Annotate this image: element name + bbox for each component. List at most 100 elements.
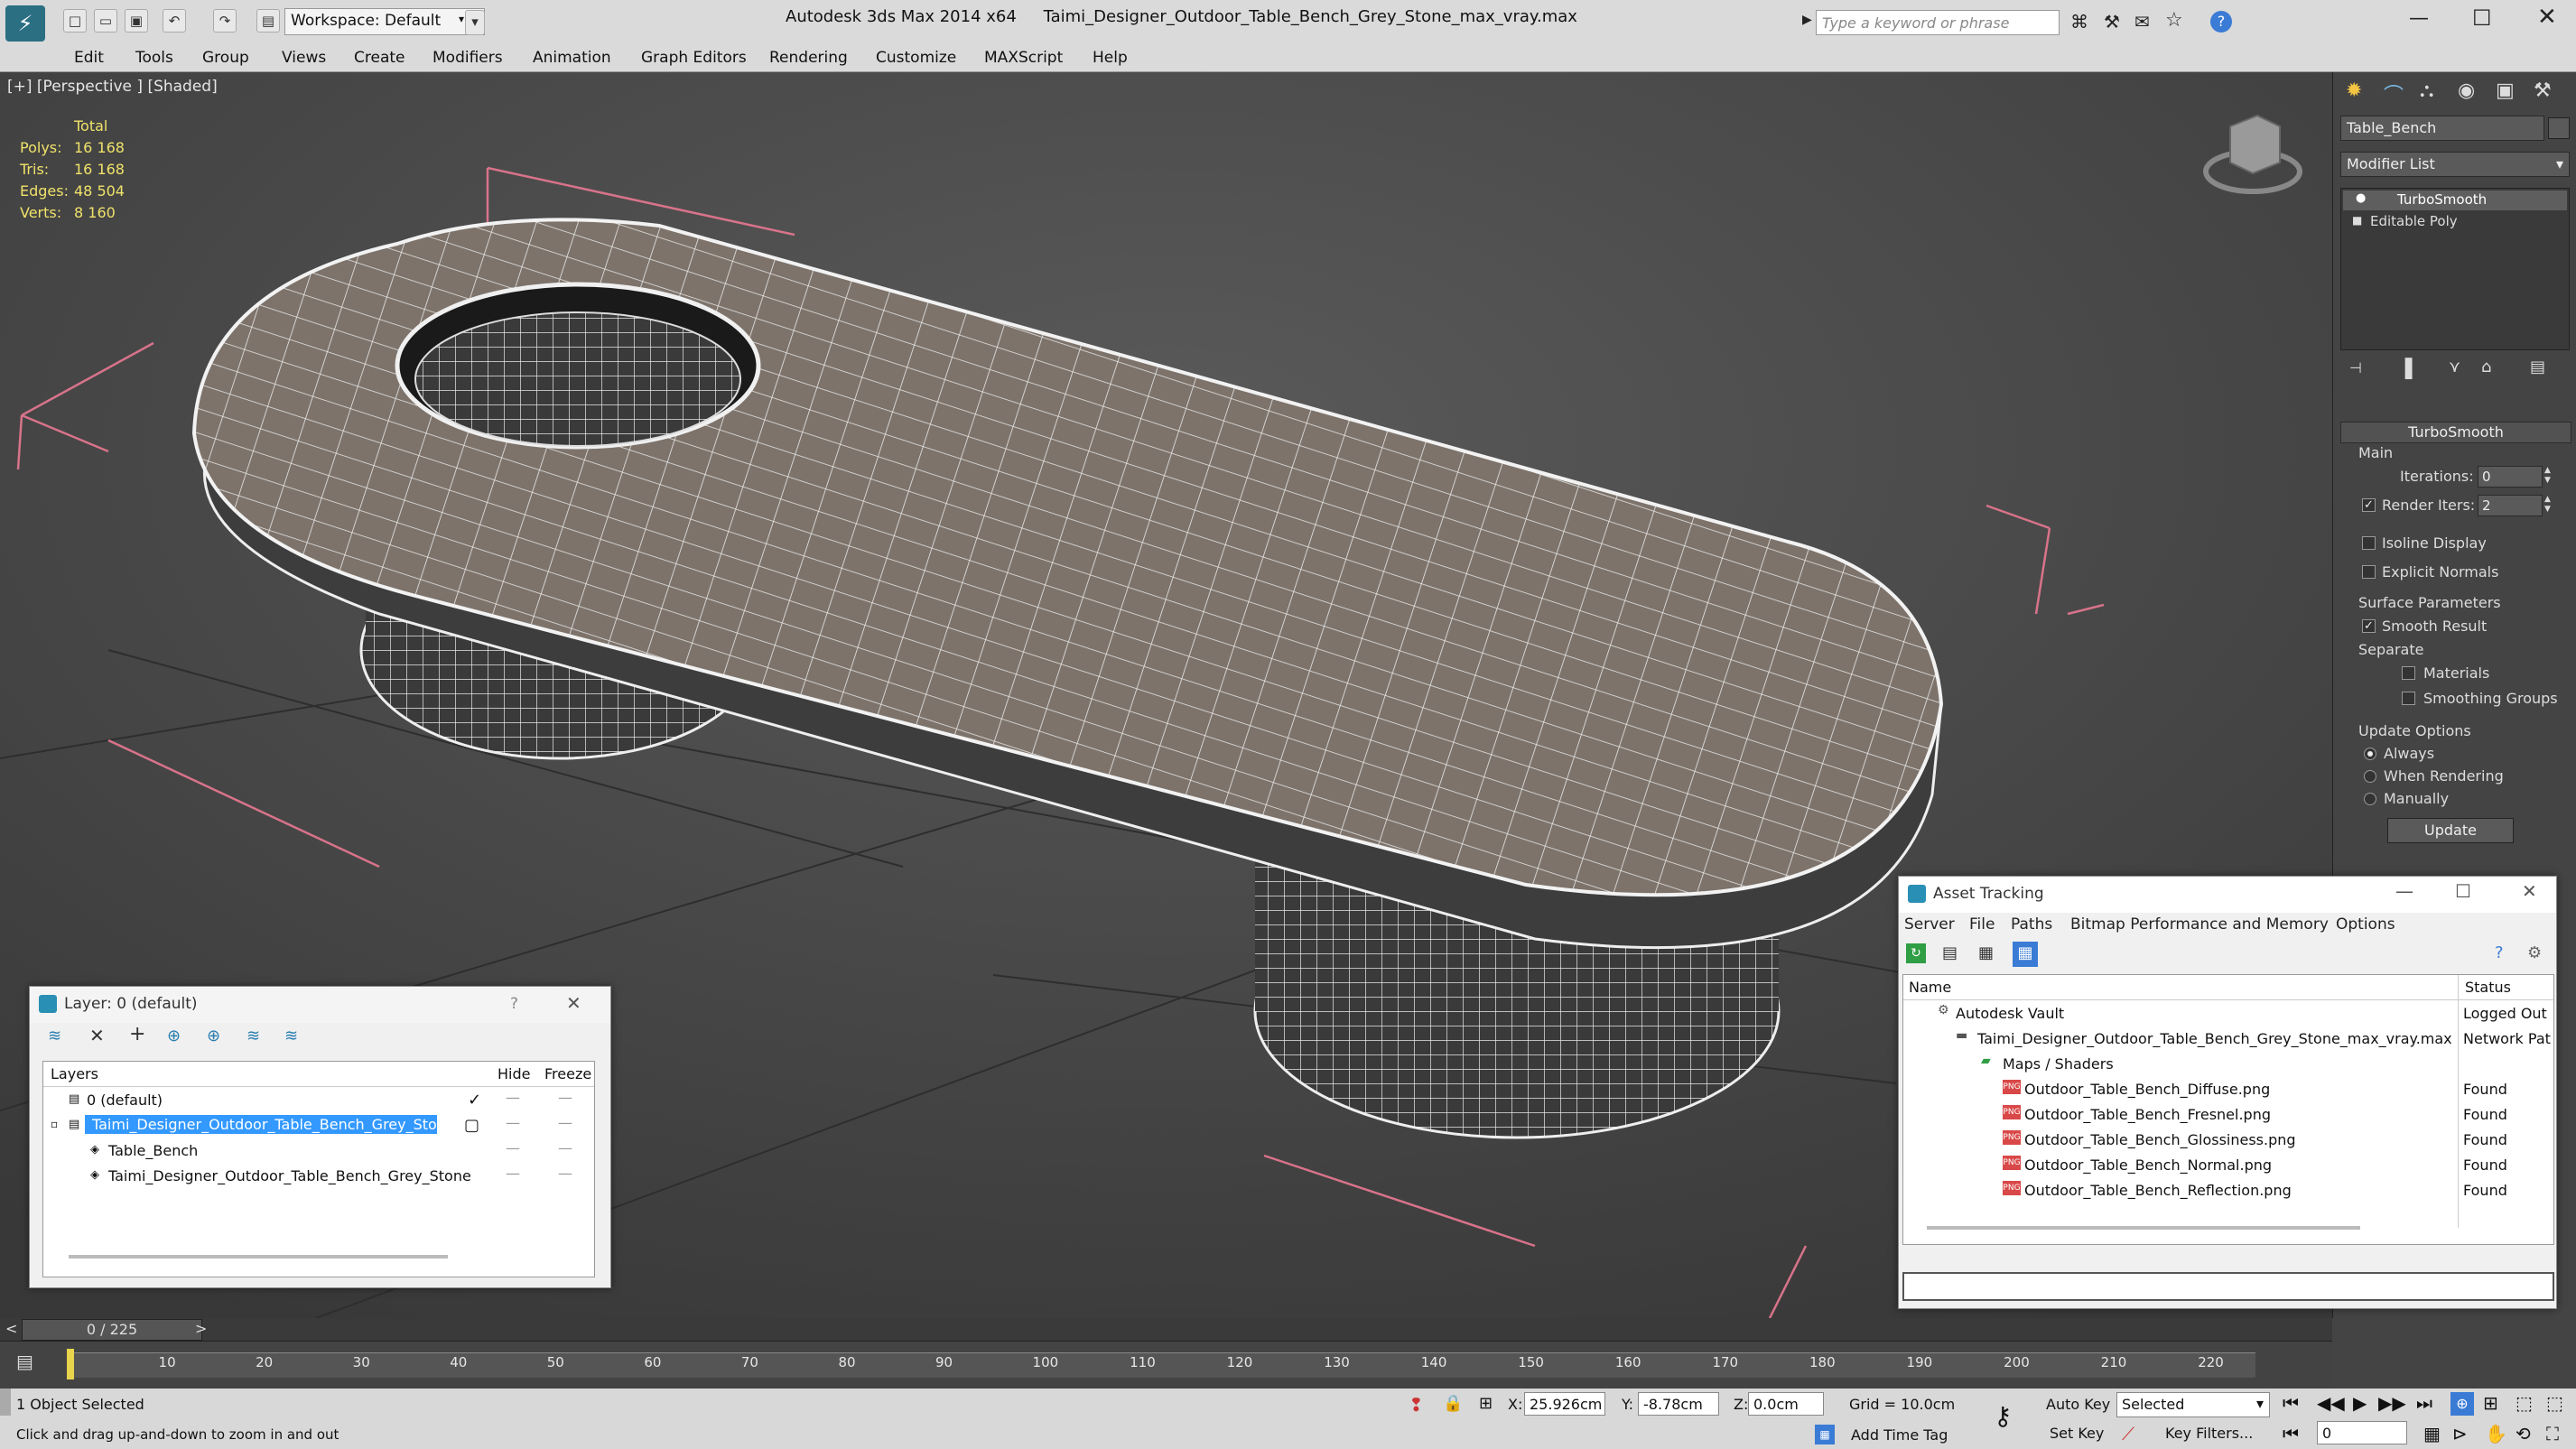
materials-checkbox[interactable] <box>2402 666 2415 680</box>
layer-row-selected[interactable]: ▫ ▤ Taimi_Designer_Outdoor_Table_Bench_G… <box>43 1114 594 1139</box>
hide-all-icon[interactable]: ≋ <box>246 1026 260 1045</box>
smooth-result-checkbox[interactable]: ✓ <box>2362 619 2376 633</box>
create-tab-icon[interactable]: ✹ <box>2346 79 2362 102</box>
always-radio[interactable] <box>2364 748 2376 760</box>
isolate-icon[interactable]: ❢ <box>1409 1394 1424 1416</box>
next-frame-icon[interactable]: > <box>195 1320 207 1337</box>
settings-icon[interactable]: ⚙ <box>2527 943 2542 962</box>
prev-key-icon[interactable]: ◀◀ <box>2317 1392 2345 1414</box>
menu-tools[interactable]: Tools <box>135 49 173 67</box>
turbosmooth-rollout-header[interactable]: TurboSmooth <box>2340 422 2571 443</box>
time-slider[interactable]: < 0 / 225 > <box>0 1318 2332 1342</box>
hide-toggle[interactable]: — <box>506 1139 520 1156</box>
app-logo-icon[interactable]: ⚡ <box>5 5 45 42</box>
absolute-mode-icon[interactable]: ⊞ <box>1479 1394 1493 1413</box>
hierarchy-tab-icon[interactable]: ⛬ <box>2420 79 2433 102</box>
menu-graph-editors[interactable]: Graph Editors <box>641 49 747 67</box>
asset-row-map[interactable]: PNG Outdoor_Table_Bench_Glossiness.png F… <box>1903 1127 2553 1152</box>
object-color-swatch[interactable] <box>2548 117 2570 139</box>
asset-row-map[interactable]: PNG Outdoor_Table_Bench_Fresnel.png Foun… <box>1903 1101 2553 1127</box>
menu-create[interactable]: Create <box>354 49 405 67</box>
iterations-spinner-arrows[interactable]: ▲ ▼ <box>2544 466 2557 488</box>
subscription-icon[interactable]: ⚒ <box>2104 11 2120 33</box>
highlight-selected-icon[interactable]: ⊕ <box>207 1026 220 1045</box>
asset-list-scrollbar[interactable] <box>1927 1226 2360 1230</box>
play-arrow-icon[interactable]: ▶ <box>1802 13 1812 27</box>
layer-tree-scrollbar[interactable] <box>69 1255 448 1259</box>
display-tab-icon[interactable]: ▣ <box>2496 79 2515 102</box>
render-iters-checkbox[interactable]: ✓ <box>2362 498 2376 512</box>
refresh-icon[interactable]: ↻ <box>1906 943 1926 963</box>
binoculars-icon[interactable]: ⌘ <box>2070 11 2088 33</box>
utilities-tab-icon[interactable]: ⚒ <box>2534 79 2552 102</box>
motion-tab-icon[interactable]: ◉ <box>2458 79 2475 102</box>
hide-column-header[interactable]: Hide <box>498 1065 530 1082</box>
hide-toggle[interactable]: — <box>506 1114 520 1131</box>
maximize-icon[interactable]: ☐ <box>2455 880 2471 902</box>
asset-row-map[interactable]: PNG Outdoor_Table_Bench_Normal.png Found <box>1903 1152 2553 1177</box>
help-icon[interactable]: ? <box>2495 943 2504 962</box>
favorites-star-icon[interactable]: ☆ <box>2165 9 2183 32</box>
minimize-icon[interactable]: — <box>2409 7 2429 30</box>
freeze-all-icon[interactable]: ≋ <box>284 1026 298 1045</box>
freeze-toggle[interactable]: — <box>558 1114 572 1131</box>
expand-plus-icon[interactable]: ■ <box>2352 214 2362 227</box>
asset-row-map[interactable]: PNG Outdoor_Table_Bench_Diffuse.png Foun… <box>1903 1076 2553 1101</box>
asset-menu-bitmap[interactable]: Bitmap Performance and Memory <box>2070 915 2329 933</box>
key-mode-toggle-icon[interactable]: ⏮ <box>2283 1423 2299 1444</box>
menu-modifiers[interactable]: Modifiers <box>432 49 503 67</box>
table-view-icon[interactable]: ▦ <box>1978 943 1994 962</box>
pin-stack-icon[interactable]: ⊣ <box>2349 359 2362 376</box>
play-icon[interactable]: ▶ <box>2353 1392 2367 1414</box>
iterations-spinner[interactable]: 0 <box>2478 466 2543 488</box>
asset-row-map[interactable]: PNG Outdoor_Table_Bench_Reflection.png F… <box>1903 1177 2553 1203</box>
asset-row-vault[interactable]: ⚙ Autodesk Vault Logged Out <box>1903 1000 2553 1026</box>
collapse-icon[interactable]: ▫ <box>51 1118 58 1130</box>
update-button[interactable]: Update <box>2387 818 2514 843</box>
remove-modifier-icon[interactable]: ⌂ <box>2481 358 2491 376</box>
smoothing-groups-checkbox[interactable] <box>2402 692 2415 705</box>
time-slider-thumb[interactable]: 0 / 225 <box>22 1319 202 1341</box>
project-folder-icon[interactable]: ▤ <box>256 9 280 33</box>
maximize-viewport-icon[interactable]: ⛶ <box>2546 1423 2559 1444</box>
close-icon[interactable]: ✕ <box>2522 880 2537 902</box>
open-file-icon[interactable]: ▭ <box>94 9 117 33</box>
menu-customize[interactable]: Customize <box>876 49 956 67</box>
key-filters-button[interactable]: Key Filters... <box>2165 1425 2253 1442</box>
x-coordinate-field[interactable]: 25.926cm <box>1524 1392 1605 1416</box>
orbit-icon[interactable]: ⟲ <box>2516 1423 2531 1444</box>
search-input[interactable]: Type a keyword or phrase <box>1816 10 2060 35</box>
layers-column-header[interactable]: Layers <box>51 1065 98 1082</box>
asset-row-maps-group[interactable]: ▰ Maps / Shaders <box>1903 1051 2553 1076</box>
maximize-icon[interactable]: ☐ <box>2472 5 2492 31</box>
asset-menu-server[interactable]: Server <box>1904 915 1955 933</box>
add-to-layer-icon[interactable]: + <box>129 1023 145 1045</box>
save-file-icon[interactable]: ▣ <box>125 9 148 33</box>
key-icon[interactable]: ⚷ <box>1994 1401 2013 1431</box>
asset-menu-options[interactable]: Options <box>2336 915 2395 933</box>
track-bar[interactable]: ▤ 10 20 30 40 50 60 70 80 90 100 110 120 130 140 150 16… <box>0 1342 2257 1389</box>
grid-view-icon[interactable]: ▦ <box>2013 942 2038 967</box>
stack-item-turbosmooth[interactable]: ● TurboSmooth <box>2343 190 2567 210</box>
freeze-toggle[interactable]: — <box>558 1139 572 1156</box>
workspace-dropdown-icon[interactable]: ▾ <box>465 10 485 35</box>
hide-toggle[interactable]: — <box>506 1089 520 1106</box>
set-key-button[interactable]: Set Key <box>2050 1425 2104 1442</box>
menu-help[interactable]: Help <box>1093 49 1128 67</box>
light-bulb-icon[interactable]: ● <box>2356 191 2366 205</box>
menu-rendering[interactable]: Rendering <box>769 49 848 67</box>
freeze-toggle[interactable]: — <box>558 1165 572 1182</box>
modifier-list-dropdown[interactable]: Modifier List ▾ <box>2340 152 2570 177</box>
menu-group[interactable]: Group <box>202 49 249 67</box>
name-column-header[interactable]: Name <box>1909 979 1951 996</box>
zoom-icon[interactable]: ⊕ <box>2450 1392 2474 1416</box>
delete-layer-icon[interactable]: ✕ <box>89 1025 105 1046</box>
minimize-icon[interactable]: — <box>2395 880 2413 902</box>
layer-row-default[interactable]: ▤ 0 (default) ✓ — — <box>43 1089 594 1114</box>
maxscript-listener[interactable] <box>0 1389 11 1416</box>
select-objects-icon[interactable]: ⊕ <box>167 1026 181 1045</box>
list-view-icon[interactable]: ▤ <box>1942 943 1958 962</box>
new-file-icon[interactable]: □ <box>63 9 87 33</box>
asset-path-field[interactable] <box>1902 1272 2554 1301</box>
show-end-result-icon[interactable]: ▐ <box>2398 358 2412 379</box>
